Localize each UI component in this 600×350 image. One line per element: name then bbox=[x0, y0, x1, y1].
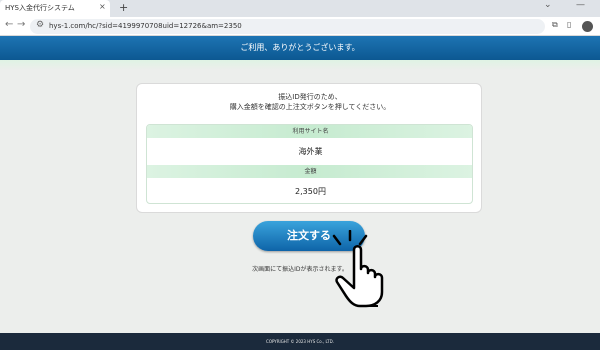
new-tab-button[interactable]: + bbox=[119, 1, 128, 14]
next-screen-note: 次画面にて振込IDが表示されます。 bbox=[252, 266, 348, 273]
instruction-text: 振込ID発行のため、 購入金額を確認の上注文ボタンを押してください。 bbox=[137, 92, 483, 112]
address-bar-row: ← → ⚙ hys-1.com/hc/?sid=4199970708uid=12… bbox=[0, 17, 600, 36]
order-details-box: 利用サイト名 海外業 金額 2,350円 bbox=[146, 124, 473, 204]
minimize-icon[interactable]: — bbox=[576, 0, 585, 10]
instruction-line-1: 振込ID発行のため、 bbox=[278, 93, 342, 101]
page-footer: COPYRIGHT © 2023 HYS Co., LTD. bbox=[0, 333, 600, 350]
sidebar-icon[interactable]: ▯ bbox=[567, 20, 571, 29]
tab-title: HYS入金代行システム bbox=[5, 4, 75, 12]
browser-tab[interactable]: HYS入金代行システム × bbox=[0, 0, 110, 17]
translate-icon[interactable]: ⧉ bbox=[552, 20, 558, 30]
hand-pointer-icon bbox=[332, 230, 384, 308]
banner-divider bbox=[0, 60, 600, 70]
amount-value: 2,350円 bbox=[295, 187, 326, 196]
url-field[interactable]: ⚙ hys-1.com/hc/?sid=4199970708uid=12726&… bbox=[30, 19, 545, 34]
page-banner: ご利用、ありがとうございます。 bbox=[0, 36, 600, 60]
forward-icon[interactable]: → bbox=[17, 19, 25, 30]
amount-header: 金額 bbox=[147, 165, 472, 178]
profile-avatar-icon[interactable] bbox=[582, 21, 593, 32]
url-text[interactable]: hys-1.com/hc/?sid=4199970708uid=12726&am… bbox=[49, 22, 242, 30]
site-name-header: 利用サイト名 bbox=[147, 125, 472, 138]
tab-close-icon[interactable]: × bbox=[99, 2, 106, 11]
instruction-line-2: 購入金額を確認の上注文ボタンを押してください。 bbox=[229, 103, 391, 111]
order-card: 振込ID発行のため、 購入金額を確認の上注文ボタンを押してください。 利用サイト… bbox=[136, 83, 482, 213]
site-info-icon[interactable]: ⚙ bbox=[36, 20, 44, 30]
site-name-value: 海外業 bbox=[298, 147, 323, 156]
chevron-down-icon[interactable]: ⌄ bbox=[544, 0, 552, 10]
back-icon[interactable]: ← bbox=[5, 19, 13, 30]
browser-tab-bar: HYS入金代行システム × + ⌄ — bbox=[0, 0, 600, 17]
